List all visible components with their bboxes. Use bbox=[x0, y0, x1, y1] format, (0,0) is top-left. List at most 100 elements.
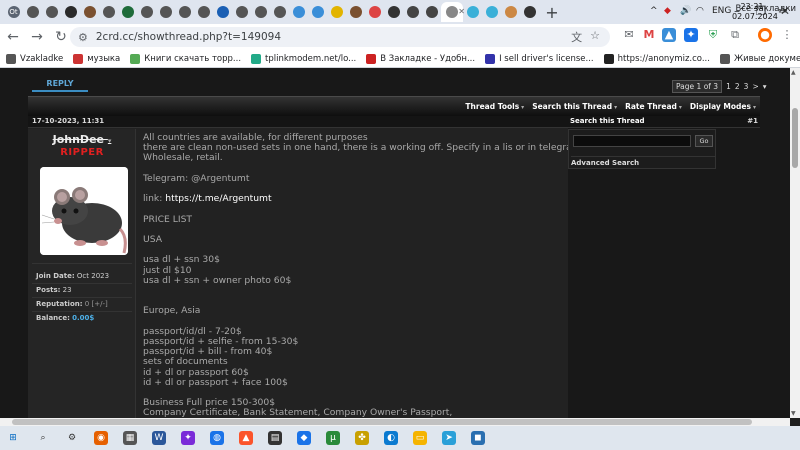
gmail-extension-icon[interactable]: M bbox=[642, 28, 656, 42]
browser-tab[interactable] bbox=[213, 2, 232, 22]
bookmark-item[interactable]: I sell driver's license... bbox=[485, 53, 594, 64]
browser-tab[interactable] bbox=[251, 2, 270, 22]
bookmark-item[interactable]: Книги скачать торр... bbox=[130, 53, 241, 64]
vpn-extension-icon[interactable]: ▲ bbox=[662, 28, 676, 42]
telegram-link[interactable]: https://t.me/Argentumt bbox=[165, 193, 271, 204]
reply-button[interactable]: REPLY bbox=[32, 78, 88, 92]
username-link[interactable]: JohnDee ▾ bbox=[28, 133, 136, 146]
notifications-icon[interactable]: ▭ bbox=[778, 6, 787, 16]
network-icon[interactable]: ◠ bbox=[696, 6, 704, 16]
browser-tab[interactable] bbox=[175, 2, 194, 22]
browser-tab[interactable] bbox=[520, 2, 539, 22]
search-thread-input[interactable] bbox=[573, 135, 691, 147]
volume-icon[interactable]: 🔊 bbox=[680, 6, 691, 16]
bookmark-item[interactable]: музыка bbox=[73, 53, 120, 64]
browser-tab[interactable] bbox=[137, 2, 156, 22]
page-link-2[interactable]: 2 bbox=[735, 82, 740, 91]
browser-tab[interactable] bbox=[232, 2, 251, 22]
user-menu-chevron-icon[interactable]: ▾ bbox=[108, 137, 112, 145]
scrollbar-thumb[interactable] bbox=[12, 419, 752, 425]
bookmark-item[interactable]: tplinkmodem.net/lo... bbox=[251, 53, 356, 64]
browser-tab[interactable] bbox=[422, 2, 441, 22]
display-modes-menu[interactable]: Display Modes ▾ bbox=[690, 102, 756, 111]
rate-thread-menu[interactable]: Rate Thread ▾ bbox=[625, 102, 682, 111]
post-number[interactable]: #1 bbox=[747, 117, 758, 125]
page-link-3[interactable]: 3 bbox=[744, 82, 749, 91]
browser-tab[interactable] bbox=[403, 2, 422, 22]
browser-tab[interactable] bbox=[501, 2, 520, 22]
reload-button[interactable]: ↻ bbox=[52, 28, 70, 46]
antivirus-tray-icon[interactable]: ◆ bbox=[664, 6, 671, 16]
tasks-icon[interactable]: ▤ bbox=[268, 431, 282, 445]
bookmark-item[interactable]: В Закладке - Удобн... bbox=[366, 53, 475, 64]
mail-extension-icon[interactable]: ✉ bbox=[622, 28, 636, 42]
browser-tab[interactable] bbox=[61, 2, 80, 22]
browser-tab[interactable] bbox=[346, 2, 365, 22]
reputation-link[interactable]: [+/-] bbox=[91, 300, 107, 308]
browser-tab[interactable] bbox=[23, 2, 42, 22]
word-icon[interactable]: W bbox=[152, 431, 166, 445]
copilot-icon[interactable]: ✦ bbox=[181, 431, 195, 445]
browser-tab[interactable] bbox=[384, 2, 403, 22]
files-icon[interactable]: ▭ bbox=[413, 431, 427, 445]
address-bar[interactable]: ⚙ 文 ☆ bbox=[70, 27, 610, 47]
forward-button[interactable]: → bbox=[28, 28, 46, 46]
torrent-icon[interactable]: μ bbox=[326, 431, 340, 445]
scrollbar-thumb[interactable] bbox=[792, 108, 798, 168]
new-tab-button[interactable]: + bbox=[543, 3, 561, 22]
language-indicator[interactable]: ENG bbox=[712, 6, 731, 16]
search-thread-menu[interactable]: Search this Thread ▾ bbox=[532, 102, 617, 111]
browser-tab[interactable] bbox=[80, 2, 99, 22]
site-info-icon[interactable]: ⚙ bbox=[78, 31, 88, 44]
bookmark-item[interactable]: Живые документы... bbox=[719, 53, 800, 64]
browser-tab[interactable] bbox=[99, 2, 118, 22]
chrome-icon[interactable]: ◍ bbox=[210, 431, 224, 445]
avatar[interactable] bbox=[40, 167, 128, 255]
horizontal-scrollbar[interactable] bbox=[0, 418, 790, 426]
vpn-icon[interactable]: ◼ bbox=[471, 431, 485, 445]
page-next-link[interactable]: > bbox=[752, 82, 758, 91]
search-icon[interactable]: ⌕ bbox=[36, 431, 50, 445]
browser-tab[interactable] bbox=[156, 2, 175, 22]
game-icon[interactable]: ✤ bbox=[355, 431, 369, 445]
tray-chevron-icon[interactable]: ^ bbox=[650, 6, 658, 16]
advanced-search-link[interactable]: Advanced Search bbox=[571, 156, 715, 167]
store-icon[interactable]: ◆ bbox=[297, 431, 311, 445]
address-input[interactable] bbox=[95, 31, 516, 43]
translate-icon[interactable]: 文 bbox=[571, 29, 582, 45]
browser-tab[interactable] bbox=[42, 2, 61, 22]
browser-tab[interactable] bbox=[289, 2, 308, 22]
bookmark-item[interactable]: Vzakladke bbox=[6, 53, 63, 64]
settings-icon[interactable]: ⚙ bbox=[65, 431, 79, 445]
extensions-puzzle-icon[interactable]: ⧉ bbox=[728, 28, 742, 42]
telegram-icon[interactable]: ➤ bbox=[442, 431, 456, 445]
browser-tab[interactable] bbox=[482, 2, 501, 22]
scroll-down-arrow-icon[interactable]: ▼ bbox=[791, 410, 796, 417]
browser-tab[interactable] bbox=[463, 2, 482, 22]
browser-tab[interactable] bbox=[308, 2, 327, 22]
profile-avatar[interactable]: ● bbox=[758, 28, 772, 42]
system-clock[interactable]: 23:21 02.07.2024 bbox=[732, 2, 778, 22]
page-link-1[interactable]: 1 bbox=[726, 82, 731, 91]
browser-tab[interactable] bbox=[118, 2, 137, 22]
extension-icon[interactable]: ✦ bbox=[684, 28, 698, 42]
bookmark-item[interactable]: https://anonymiz.co... bbox=[603, 53, 710, 64]
scroll-up-arrow-icon[interactable]: ▲ bbox=[791, 69, 796, 76]
shield-extension-icon[interactable]: ⛨ bbox=[706, 28, 720, 42]
windows-icon[interactable]: ⊞ bbox=[6, 431, 20, 445]
thread-tools-menu[interactable]: Thread Tools ▾ bbox=[465, 102, 524, 111]
browser-tab[interactable] bbox=[327, 2, 346, 22]
browser-tab[interactable] bbox=[365, 2, 384, 22]
back-button[interactable]: ← bbox=[4, 28, 22, 46]
bookmark-star-icon[interactable]: ☆ bbox=[590, 29, 600, 45]
edge-icon[interactable]: ◐ bbox=[384, 431, 398, 445]
browser-tab-active[interactable]: ✕ bbox=[441, 2, 465, 22]
page-jump-dropdown[interactable]: ▾ bbox=[763, 82, 767, 91]
browser-tab[interactable] bbox=[270, 2, 289, 22]
browser-tab[interactable]: Ot bbox=[4, 2, 23, 22]
menu-kebab-icon[interactable]: ⋮ bbox=[780, 28, 794, 42]
vertical-scrollbar[interactable]: ▲ ▼ bbox=[790, 68, 800, 418]
brave-icon[interactable]: ▲ bbox=[239, 431, 253, 445]
explorer-icon[interactable]: ▦ bbox=[123, 431, 137, 445]
search-go-button[interactable]: Go bbox=[695, 135, 713, 147]
